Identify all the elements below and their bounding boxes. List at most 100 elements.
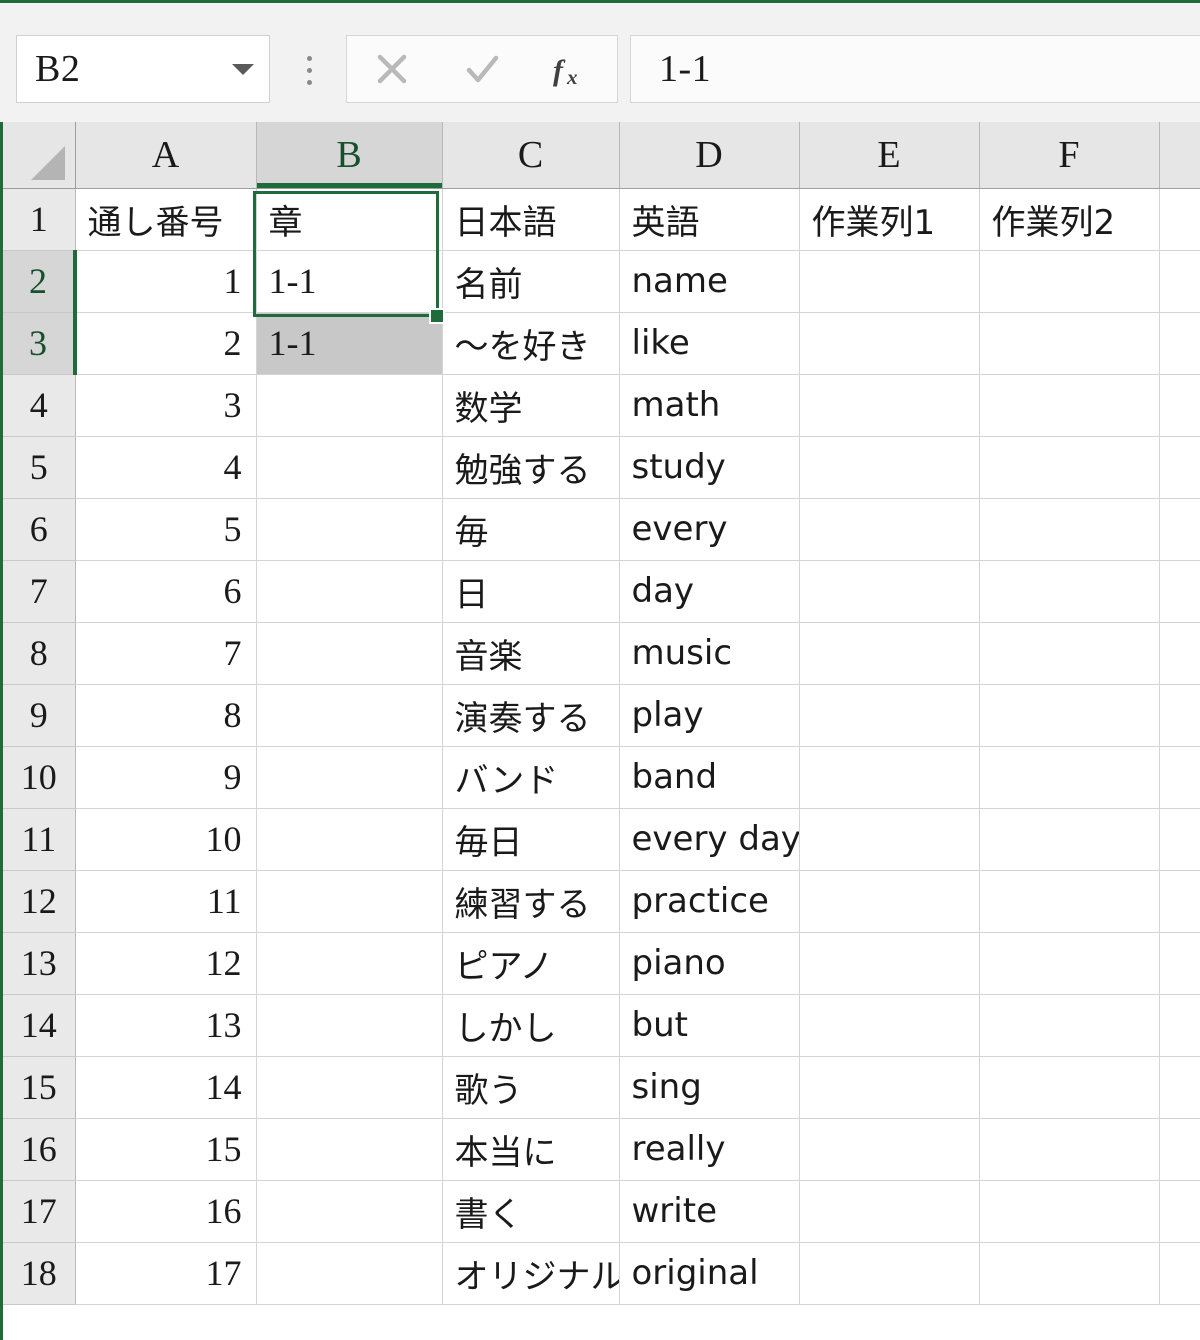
- cell-d5[interactable]: study: [619, 436, 800, 499]
- cell-b18[interactable]: [256, 1242, 443, 1305]
- cell-e7[interactable]: [799, 560, 980, 623]
- column-header-c[interactable]: C: [442, 122, 620, 189]
- cell-b14[interactable]: [256, 994, 443, 1057]
- cell-d11[interactable]: every day: [619, 808, 800, 871]
- cell-d13[interactable]: piano: [619, 932, 800, 995]
- cell-g18[interactable]: [1159, 1242, 1200, 1305]
- cell-g16[interactable]: [1159, 1118, 1200, 1181]
- cell-e16[interactable]: [799, 1118, 980, 1181]
- cell-f17[interactable]: [979, 1180, 1160, 1243]
- cell-a16[interactable]: 15: [75, 1118, 257, 1181]
- cell-f8[interactable]: [979, 622, 1160, 685]
- cell-e11[interactable]: [799, 808, 980, 871]
- cell-c11[interactable]: 毎日: [442, 808, 620, 871]
- cell-f10[interactable]: [979, 746, 1160, 809]
- cell-g9[interactable]: [1159, 684, 1200, 747]
- cell-d16[interactable]: really: [619, 1118, 800, 1181]
- cell-c10[interactable]: バンド: [442, 746, 620, 809]
- cell-e9[interactable]: [799, 684, 980, 747]
- cell-a15[interactable]: 14: [75, 1056, 257, 1119]
- cell-c12[interactable]: 練習する: [442, 870, 620, 933]
- cell-d18[interactable]: original: [619, 1242, 800, 1305]
- cell-e3[interactable]: [799, 312, 980, 375]
- cell-e13[interactable]: [799, 932, 980, 995]
- row-header-15[interactable]: 15: [3, 1056, 76, 1119]
- cell-a2[interactable]: 1: [75, 250, 257, 313]
- chevron-down-icon[interactable]: [217, 36, 269, 102]
- cell-e8[interactable]: [799, 622, 980, 685]
- cell-b13[interactable]: [256, 932, 443, 995]
- cell-d14[interactable]: but: [619, 994, 800, 1057]
- cell-f4[interactable]: [979, 374, 1160, 437]
- row-header-6[interactable]: 6: [3, 498, 76, 561]
- cell-d10[interactable]: band: [619, 746, 800, 809]
- name-box[interactable]: B2: [16, 35, 270, 103]
- cell-a13[interactable]: 12: [75, 932, 257, 995]
- cell-b10[interactable]: [256, 746, 443, 809]
- cell-f6[interactable]: [979, 498, 1160, 561]
- cell-f14[interactable]: [979, 994, 1160, 1057]
- cell-c15[interactable]: 歌う: [442, 1056, 620, 1119]
- cell-e17[interactable]: [799, 1180, 980, 1243]
- row-header-2[interactable]: 2: [3, 250, 77, 313]
- cell-g3[interactable]: [1159, 312, 1200, 375]
- cell-f3[interactable]: [979, 312, 1160, 375]
- cell-d4[interactable]: math: [619, 374, 800, 437]
- cell-d12[interactable]: practice: [619, 870, 800, 933]
- cell-a4[interactable]: 3: [75, 374, 257, 437]
- cell-g13[interactable]: [1159, 932, 1200, 995]
- cell-d9[interactable]: play: [619, 684, 800, 747]
- cell-c1[interactable]: 日本語: [442, 188, 620, 251]
- cell-g2[interactable]: [1159, 250, 1200, 313]
- cell-c9[interactable]: 演奏する: [442, 684, 620, 747]
- cell-d15[interactable]: sing: [619, 1056, 800, 1119]
- cell-e2[interactable]: [799, 250, 980, 313]
- cell-b12[interactable]: [256, 870, 443, 933]
- cell-a1[interactable]: 通し番号: [75, 188, 257, 251]
- row-header-11[interactable]: 11: [3, 808, 76, 871]
- spreadsheet-grid[interactable]: A B C D E F 1 通し番号 章 日本語 英語 作業列1 作業列2 2 …: [0, 122, 1200, 1340]
- cell-c16[interactable]: 本当に: [442, 1118, 620, 1181]
- formula-bar[interactable]: 1-1: [630, 35, 1200, 103]
- cell-c14[interactable]: しかし: [442, 994, 620, 1057]
- cell-c4[interactable]: 数学: [442, 374, 620, 437]
- row-header-18[interactable]: 18: [3, 1242, 76, 1305]
- cell-e10[interactable]: [799, 746, 980, 809]
- cell-f1[interactable]: 作業列2: [979, 188, 1160, 251]
- column-header-a[interactable]: A: [75, 122, 257, 189]
- cell-g10[interactable]: [1159, 746, 1200, 809]
- cell-a9[interactable]: 8: [75, 684, 257, 747]
- cell-a3[interactable]: 2: [75, 312, 257, 375]
- cell-g15[interactable]: [1159, 1056, 1200, 1119]
- cell-f18[interactable]: [979, 1242, 1160, 1305]
- cell-a14[interactable]: 13: [75, 994, 257, 1057]
- cell-b6[interactable]: [256, 498, 443, 561]
- cell-f11[interactable]: [979, 808, 1160, 871]
- cell-d3[interactable]: like: [619, 312, 800, 375]
- cell-f9[interactable]: [979, 684, 1160, 747]
- row-header-16[interactable]: 16: [3, 1118, 76, 1181]
- cell-g14[interactable]: [1159, 994, 1200, 1057]
- cell-f16[interactable]: [979, 1118, 1160, 1181]
- cell-g8[interactable]: [1159, 622, 1200, 685]
- cell-a5[interactable]: 4: [75, 436, 257, 499]
- cell-g17[interactable]: [1159, 1180, 1200, 1243]
- row-header-13[interactable]: 13: [3, 932, 76, 995]
- cell-d1[interactable]: 英語: [619, 188, 800, 251]
- cell-f12[interactable]: [979, 870, 1160, 933]
- column-header-f[interactable]: F: [979, 122, 1160, 189]
- cell-d7[interactable]: day: [619, 560, 800, 623]
- cell-f5[interactable]: [979, 436, 1160, 499]
- cancel-x-icon[interactable]: [347, 36, 437, 102]
- select-all-corner[interactable]: [3, 122, 76, 189]
- cell-e1[interactable]: 作業列1: [799, 188, 980, 251]
- cell-b3[interactable]: 1-1: [256, 312, 443, 375]
- cell-f2[interactable]: [979, 250, 1160, 313]
- cell-a8[interactable]: 7: [75, 622, 257, 685]
- cell-e4[interactable]: [799, 374, 980, 437]
- cell-c13[interactable]: ピアノ: [442, 932, 620, 995]
- cell-a17[interactable]: 16: [75, 1180, 257, 1243]
- cell-b4[interactable]: [256, 374, 443, 437]
- cell-a11[interactable]: 10: [75, 808, 257, 871]
- cell-c6[interactable]: 毎: [442, 498, 620, 561]
